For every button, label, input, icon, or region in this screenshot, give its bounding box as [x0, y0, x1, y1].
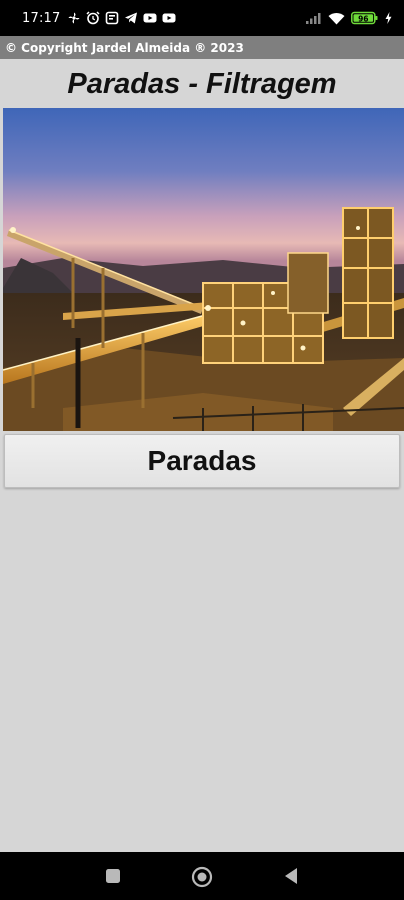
back-button[interactable]: [282, 867, 300, 885]
youtube-icon: [143, 13, 157, 23]
back-triangle-icon: [285, 868, 297, 884]
youtube-icon: [162, 13, 176, 23]
battery-icon: 96: [351, 11, 378, 25]
paradas-button[interactable]: Paradas: [4, 434, 400, 488]
copyright-text: © Copyright Jardel Almeida ® 2023: [5, 40, 244, 55]
navigation-bar: [0, 852, 404, 900]
charging-bolt-icon: [385, 12, 392, 24]
status-right: 96: [306, 11, 392, 25]
status-bar: 17:17 96: [0, 0, 404, 36]
status-time: 17:17: [22, 10, 61, 26]
app-bar: © Copyright Jardel Almeida ® 2023: [0, 36, 404, 59]
industrial-plant-image: [3, 108, 404, 431]
telegram-icon: [125, 12, 138, 24]
app-square-icon: [106, 11, 119, 25]
battery-level: 96: [358, 14, 368, 23]
home-button[interactable]: [190, 865, 214, 889]
hero-image: [3, 108, 404, 431]
status-left: 17:17: [22, 11, 176, 26]
page-title: Paradas - Filtragem: [67, 68, 337, 100]
recents-square-icon: [106, 869, 120, 883]
wifi-icon: [328, 12, 345, 24]
recents-button[interactable]: [104, 867, 122, 885]
signal-icon: [306, 13, 321, 24]
home-circle-icon: [191, 866, 213, 888]
fan-icon: [68, 12, 80, 24]
alarm-icon: [86, 11, 100, 25]
